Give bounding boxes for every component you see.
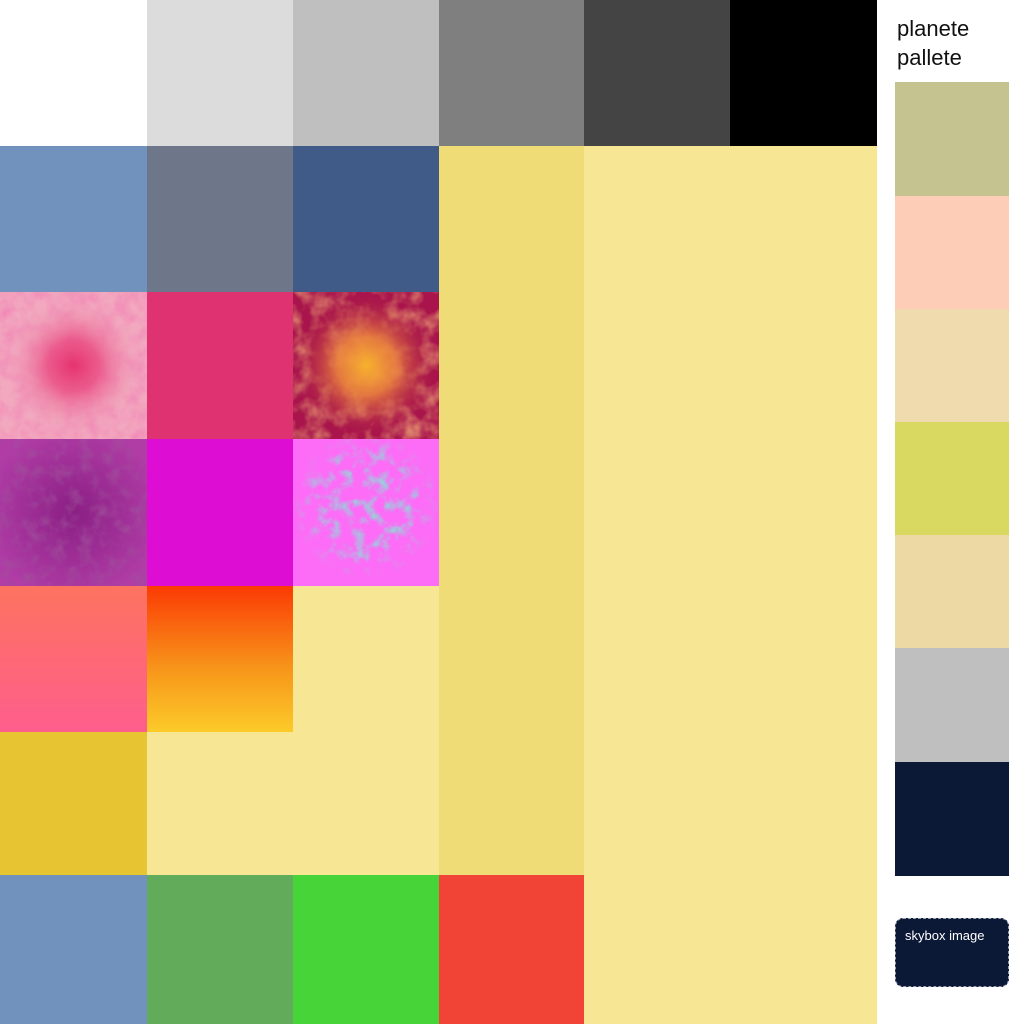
tile-gold[interactable] <box>0 732 147 875</box>
skybox-image-button[interactable]: skybox image <box>895 918 1009 987</box>
palette-title: planete pallete <box>897 16 970 70</box>
tile-pale-yellow-wide[interactable] <box>147 732 439 875</box>
tile-light-gray[interactable] <box>147 0 293 146</box>
canvas: planete pallete skybox image <box>0 0 1024 1024</box>
palette-swatch-3[interactable] <box>895 309 1009 422</box>
palette-swatch-4[interactable] <box>895 422 1009 535</box>
tile-yellow-column[interactable] <box>439 146 584 875</box>
palette-swatch-6[interactable] <box>895 648 1009 762</box>
tile-silver[interactable] <box>293 0 439 146</box>
palette-swatch-1[interactable] <box>895 82 1009 196</box>
palette-swatch-5[interactable] <box>895 535 1009 648</box>
tile-blue-bottom[interactable] <box>0 875 147 1024</box>
tile-black[interactable] <box>730 0 877 146</box>
tile-bright-green[interactable] <box>293 875 439 1024</box>
texture-teal-nebula[interactable] <box>293 439 439 586</box>
tile-pale-yellow[interactable] <box>293 586 439 732</box>
texture-orange-nebula[interactable] <box>293 292 439 439</box>
tile-navy-blue[interactable] <box>293 146 439 292</box>
tile-coral-gradient[interactable] <box>0 586 147 732</box>
palette-swatch-7[interactable] <box>895 762 1009 876</box>
tile-red[interactable] <box>439 875 584 1024</box>
tile-magenta-solid[interactable] <box>147 439 293 586</box>
tile-green[interactable] <box>147 875 293 1024</box>
tile-white[interactable] <box>0 0 147 146</box>
texture-pink-nebula[interactable] <box>0 292 147 439</box>
tile-steel-blue[interactable] <box>0 146 147 292</box>
tile-fire-gradient[interactable] <box>147 586 293 732</box>
tile-slate-gray[interactable] <box>147 146 293 292</box>
tile-gray[interactable] <box>439 0 584 146</box>
tile-pink-solid[interactable] <box>147 292 293 439</box>
tile-pale-yellow-large[interactable] <box>584 146 877 1024</box>
palette-swatch-2[interactable] <box>895 196 1009 309</box>
texture-purple-nebula[interactable] <box>0 439 147 586</box>
tile-dark-gray[interactable] <box>584 0 730 146</box>
skybox-image-label: skybox image <box>905 928 985 943</box>
